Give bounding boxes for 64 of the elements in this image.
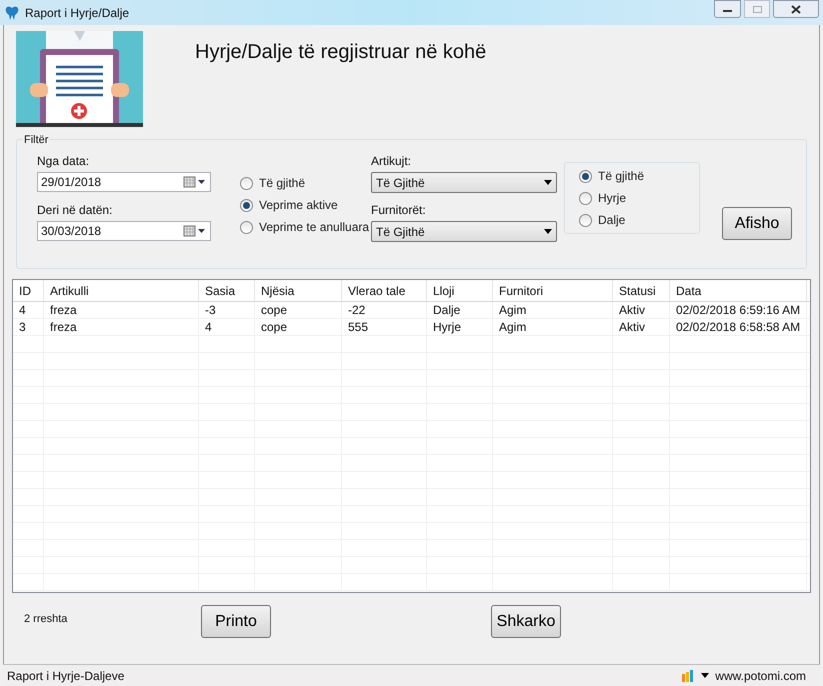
- radio-label: Dalje: [598, 212, 626, 229]
- calendar-icon: [183, 225, 207, 237]
- close-icon: [791, 4, 801, 14]
- column-header[interactable]: Vlerao tale: [342, 280, 427, 301]
- column-header[interactable]: Sasia: [199, 280, 255, 301]
- column-header[interactable]: Data: [670, 280, 807, 301]
- download-button[interactable]: Shkarko: [491, 605, 561, 638]
- show-button[interactable]: Afisho: [722, 207, 792, 240]
- radio-label: Të gjithë: [598, 168, 644, 185]
- radio-button[interactable]: [240, 220, 253, 234]
- table-cell: cope: [255, 302, 342, 318]
- radio-button[interactable]: [240, 198, 253, 212]
- table-cell: freza: [44, 319, 199, 335]
- column-header[interactable]: Statusi: [613, 280, 670, 301]
- table-cell: Aktiv: [613, 319, 670, 335]
- date-field[interactable]: 30/03/2018: [37, 221, 211, 241]
- radio-label: Të gjithë: [259, 175, 306, 192]
- table-cell: Aktiv: [613, 302, 670, 318]
- table-cell: -3: [199, 302, 255, 318]
- column-header[interactable]: Njësia: [255, 280, 342, 301]
- column-header[interactable]: Furnitori: [493, 280, 613, 301]
- column-header[interactable]: Lloji: [427, 280, 493, 301]
- table-cell: 02/02/2018 6:59:16 AM: [670, 302, 807, 318]
- website-link[interactable]: www.potomi.com: [715, 666, 806, 684]
- minimize-button[interactable]: [714, 0, 741, 18]
- caret-icon: [544, 229, 552, 234]
- table-cell: 555: [342, 319, 427, 335]
- column-header[interactable]: Artikulli: [44, 280, 199, 301]
- field-label: Deri në datën:: [37, 202, 114, 219]
- table-cell: 4: [199, 319, 255, 335]
- table-cell: freza: [44, 302, 199, 318]
- radio-button[interactable]: [579, 192, 592, 204]
- table-cell: -22: [342, 302, 427, 318]
- date-field[interactable]: 29/01/2018: [37, 172, 211, 192]
- table-cell: Dalje: [427, 302, 493, 318]
- column-header[interactable]: ID: [13, 280, 44, 301]
- row-count: 2 rreshta: [24, 612, 68, 627]
- radio-button[interactable]: [240, 176, 253, 190]
- table-cell: 4: [13, 302, 44, 318]
- table-cell: Hyrje: [427, 319, 493, 335]
- table-cell: 3: [13, 319, 44, 335]
- dropdown[interactable]: Të Gjithë: [371, 172, 557, 193]
- radio-label: Veprime te anulluara: [259, 219, 370, 236]
- caret-icon: [544, 180, 552, 185]
- app-icon: [4, 4, 20, 20]
- print-button[interactable]: Printo: [201, 605, 271, 638]
- radio-label: Hyrje: [598, 190, 626, 207]
- status-text: Raport i Hyrje-Daljeve: [7, 668, 126, 684]
- table-cell: Agim: [493, 319, 613, 335]
- table-cell: Agim: [493, 302, 613, 318]
- field-label: Artikujt:: [371, 153, 412, 170]
- radio-button[interactable]: [579, 214, 592, 226]
- radio-button[interactable]: [579, 170, 592, 182]
- field-label: Nga data:: [37, 153, 90, 170]
- dropdown[interactable]: Të Gjithë: [371, 221, 557, 242]
- table-cell: 02/02/2018 6:58:58 AM: [670, 319, 807, 335]
- caret-icon: [700, 672, 710, 678]
- close-button[interactable]: [773, 0, 819, 18]
- radio-label: Veprime aktive: [259, 197, 338, 214]
- page-heading: Hyrje/Dalje të regjistruar në kohë: [195, 40, 486, 65]
- field-label: Furnitorët:: [371, 202, 427, 219]
- calendar-icon: [183, 176, 207, 188]
- table-cell: cope: [255, 319, 342, 335]
- window-title: Raport i Hyrje/Dalje: [25, 4, 130, 22]
